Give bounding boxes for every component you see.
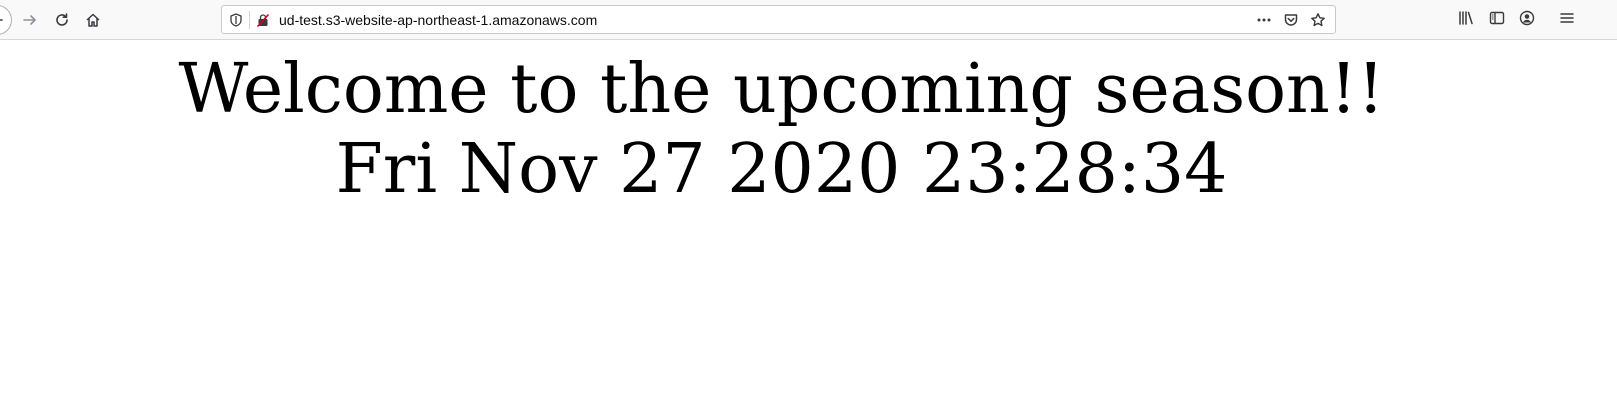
library-button[interactable] (1450, 6, 1481, 34)
sidebar-button[interactable] (1481, 6, 1512, 34)
page-actions-icon[interactable] (1250, 8, 1277, 32)
hamburger-menu-icon (1559, 10, 1575, 31)
reload-icon (54, 12, 70, 28)
page-content: Welcome to the upcoming season!! Fri Nov… (0, 40, 1563, 411)
menu-button[interactable] (1555, 6, 1579, 34)
bookmark-star-icon[interactable] (1304, 8, 1331, 32)
url-bar-actions (1250, 8, 1331, 32)
page-headline: Welcome to the upcoming season!! (178, 50, 1385, 129)
account-button[interactable] (1511, 6, 1542, 34)
reload-button[interactable] (48, 6, 76, 34)
insecure-connection-icon[interactable] (255, 12, 271, 28)
home-icon (85, 12, 101, 28)
tracking-protection-shield-icon[interactable] (228, 12, 244, 28)
pocket-icon[interactable] (1277, 8, 1304, 32)
back-button[interactable] (0, 5, 12, 35)
account-icon (1519, 10, 1535, 31)
url-bar[interactable]: ud-test.s3-website-ap-northeast-1.amazon… (221, 5, 1336, 34)
date-time-display: Fri Nov 27 2020 23:28:34 (335, 130, 1228, 209)
forward-button[interactable] (16, 6, 44, 34)
url-text[interactable]: ud-test.s3-website-ap-northeast-1.amazon… (279, 11, 597, 29)
home-button[interactable] (79, 6, 107, 34)
browser-toolbar: ud-test.s3-website-ap-northeast-1.amazon… (0, 0, 1617, 40)
library-icon (1458, 10, 1474, 31)
back-icon (0, 13, 4, 27)
sidebar-icon (1489, 10, 1505, 31)
forward-icon (22, 12, 38, 28)
url-bar-separator (249, 11, 250, 29)
